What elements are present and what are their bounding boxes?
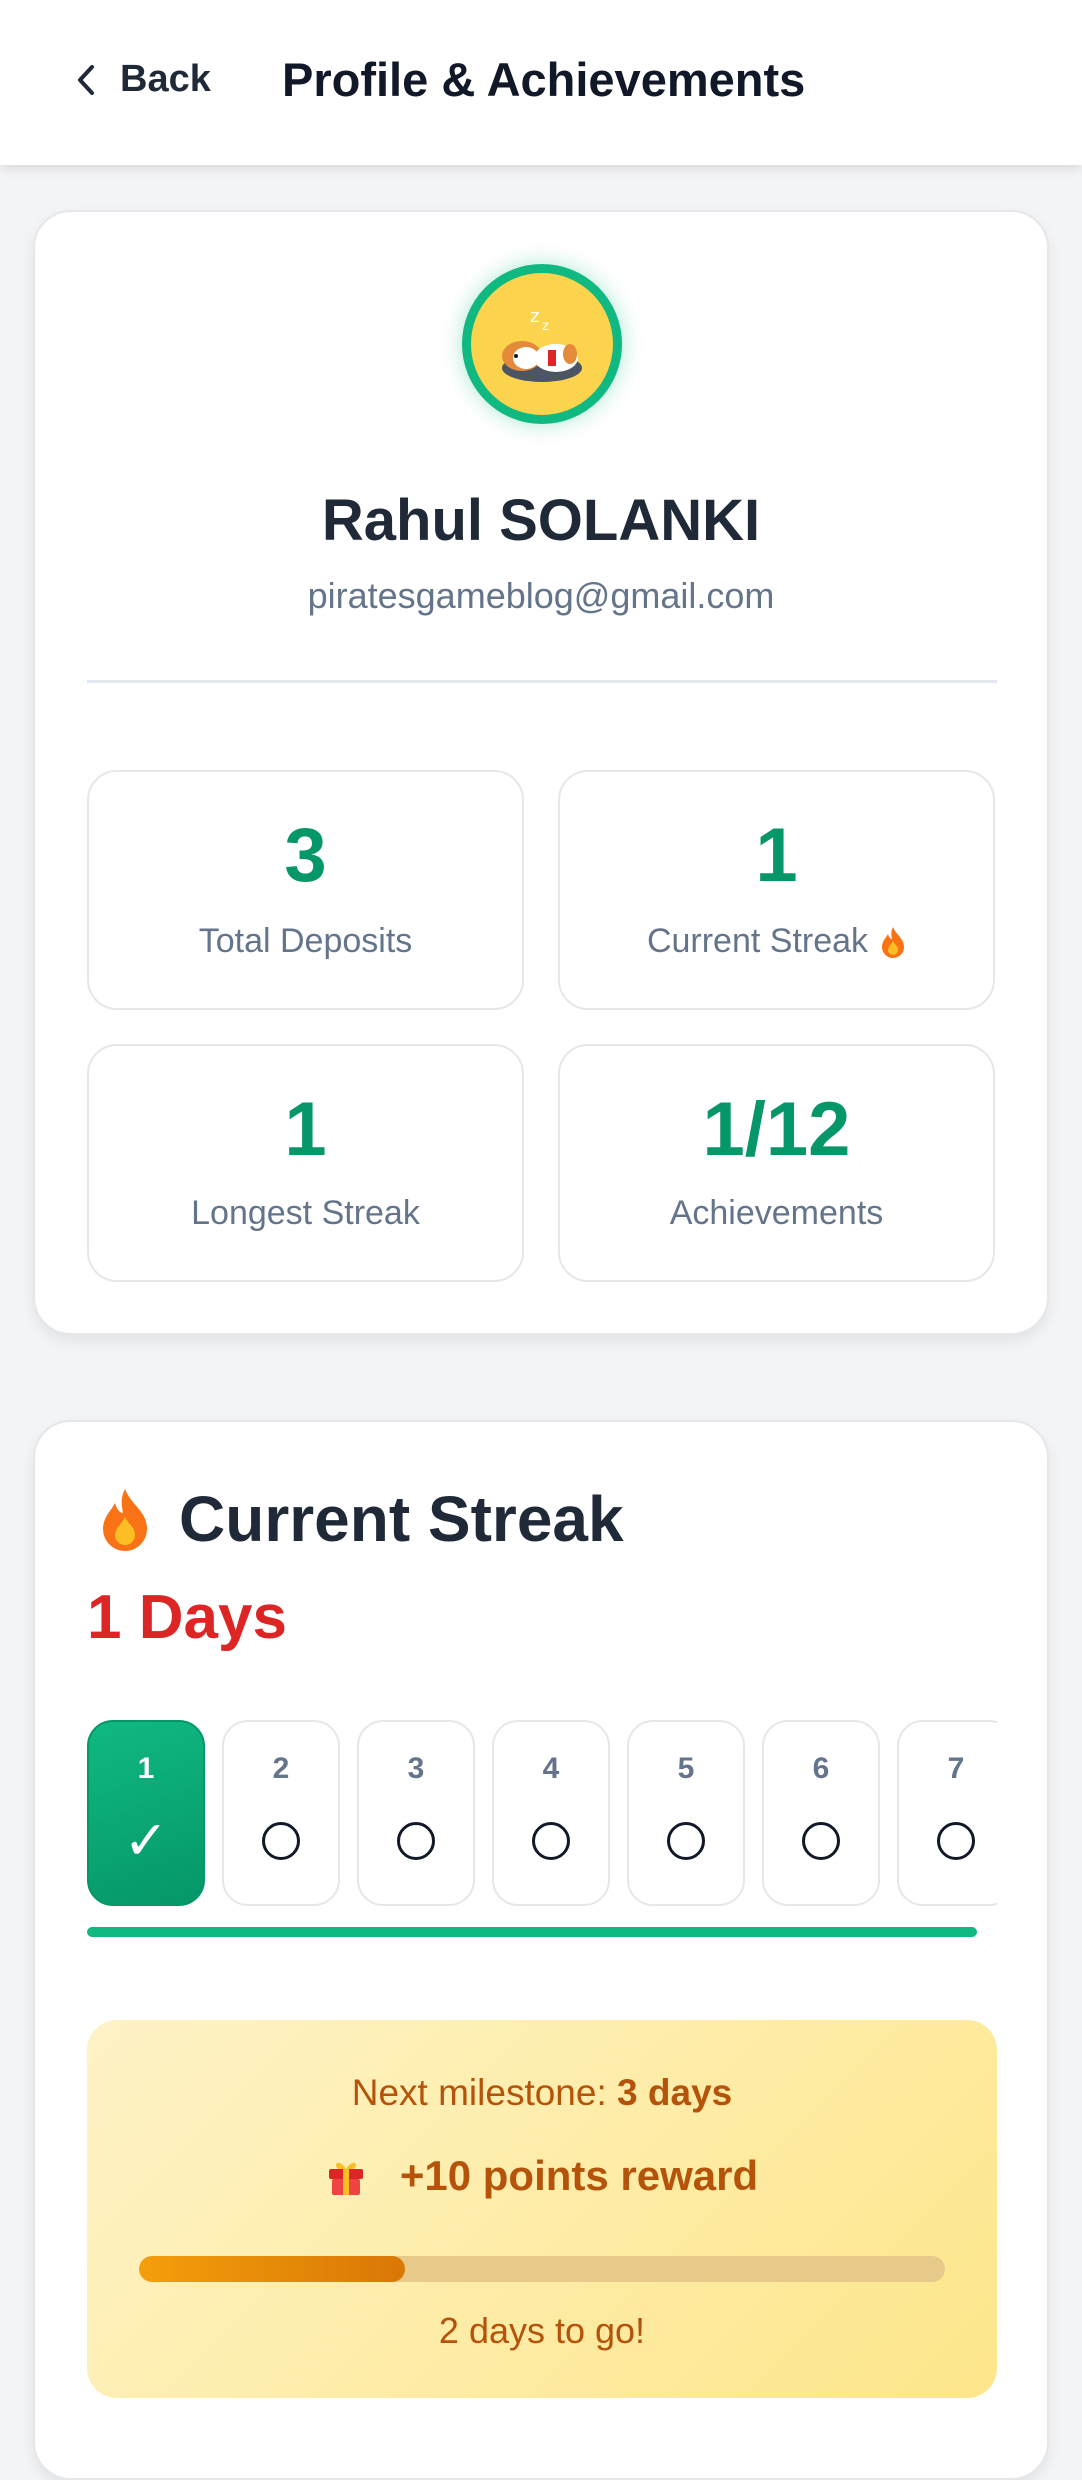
stat-current-streak: 1 Current Streak bbox=[558, 770, 995, 1010]
stat-label: Achievements bbox=[669, 1194, 884, 1232]
empty-circle-icon bbox=[532, 1822, 570, 1860]
stat-total-deposits: 3 Total Deposits bbox=[87, 770, 524, 1010]
streak-day-3[interactable]: 3 bbox=[357, 1720, 475, 1906]
streak-card: Current Streak 1 Days 1 ✓ 2 3 4 5 6 7 Ne… bbox=[33, 1420, 1049, 2480]
day-row-scrollbar[interactable] bbox=[87, 1927, 977, 1937]
day-number: 6 bbox=[812, 1752, 830, 1785]
day-number: 3 bbox=[407, 1752, 425, 1785]
streak-day-4[interactable]: 4 bbox=[492, 1720, 610, 1906]
empty-circle-icon bbox=[262, 1822, 300, 1860]
divider bbox=[87, 680, 997, 683]
stat-longest-streak: 1 Longest Streak bbox=[87, 1044, 524, 1282]
top-app-bar: Back Profile & Achievements bbox=[0, 0, 1082, 165]
milestone-reward: +10 points reward bbox=[87, 2152, 997, 2200]
streak-day-6[interactable]: 6 bbox=[762, 1720, 880, 1906]
reward-text: +10 points reward bbox=[399, 2152, 759, 2199]
stat-value: 1 bbox=[755, 813, 798, 898]
sleeping-dog-icon: z z bbox=[502, 306, 582, 382]
stat-achievements[interactable]: 1/12 Achievements bbox=[558, 1044, 995, 1282]
avatar[interactable]: z z bbox=[462, 264, 622, 424]
stat-value: 3 bbox=[284, 813, 327, 898]
streak-header: Current Streak bbox=[97, 1482, 624, 1556]
svg-text:z: z bbox=[530, 306, 539, 327]
streak-day-row[interactable]: 1 ✓ 2 3 4 5 6 7 bbox=[87, 1720, 997, 1910]
day-number: 2 bbox=[272, 1752, 290, 1785]
empty-circle-icon bbox=[802, 1822, 840, 1860]
stat-label: Total Deposits bbox=[198, 922, 413, 960]
stat-label: Current Streak bbox=[646, 922, 869, 960]
stat-value: 1/12 bbox=[702, 1087, 851, 1172]
back-label: Back bbox=[120, 58, 211, 100]
streak-day-2[interactable]: 2 bbox=[222, 1720, 340, 1906]
empty-circle-icon bbox=[937, 1822, 975, 1860]
progress-fill bbox=[139, 2256, 405, 2282]
streak-days-count: 1 Days bbox=[87, 1583, 287, 1652]
streak-day-5[interactable]: 5 bbox=[627, 1720, 745, 1906]
day-number: 4 bbox=[542, 1752, 560, 1785]
next-milestone-panel: Next milestone: 3 days +10 points reward… bbox=[87, 2020, 997, 2398]
fire-icon bbox=[882, 926, 905, 958]
milestone-value: 3 days bbox=[617, 2072, 733, 2113]
streak-day-7[interactable]: 7 bbox=[897, 1720, 997, 1906]
gift-icon bbox=[328, 2162, 363, 2195]
back-button[interactable]: Back bbox=[72, 58, 211, 101]
profile-card: z z Rahul SOLANKI piratesgameblog@gmail.… bbox=[33, 210, 1049, 1335]
streak-title: Current Streak bbox=[179, 1483, 624, 1555]
streak-day-1[interactable]: 1 ✓ bbox=[87, 1720, 205, 1906]
day-number: 1 bbox=[137, 1752, 155, 1785]
fire-icon bbox=[103, 1489, 147, 1551]
day-number: 5 bbox=[677, 1752, 695, 1785]
empty-circle-icon bbox=[397, 1822, 435, 1860]
chevron-left-icon bbox=[78, 64, 94, 95]
milestone-prefix: Next milestone: bbox=[351, 2072, 618, 2113]
check-icon: ✓ bbox=[123, 1811, 169, 1871]
empty-circle-icon bbox=[667, 1822, 705, 1860]
profile-email: piratesgameblog@gmail.com bbox=[307, 575, 775, 616]
svg-text:z: z bbox=[542, 319, 549, 334]
milestone-progress-bar bbox=[139, 2256, 945, 2282]
stat-value: 1 bbox=[284, 1087, 327, 1172]
days-to-go-text: 2 days to go! bbox=[438, 2310, 646, 2351]
page-title: Profile & Achievements bbox=[282, 53, 806, 106]
day-number: 7 bbox=[947, 1752, 965, 1785]
stat-label: Longest Streak bbox=[191, 1194, 420, 1232]
profile-name: Rahul SOLANKI bbox=[321, 488, 761, 553]
